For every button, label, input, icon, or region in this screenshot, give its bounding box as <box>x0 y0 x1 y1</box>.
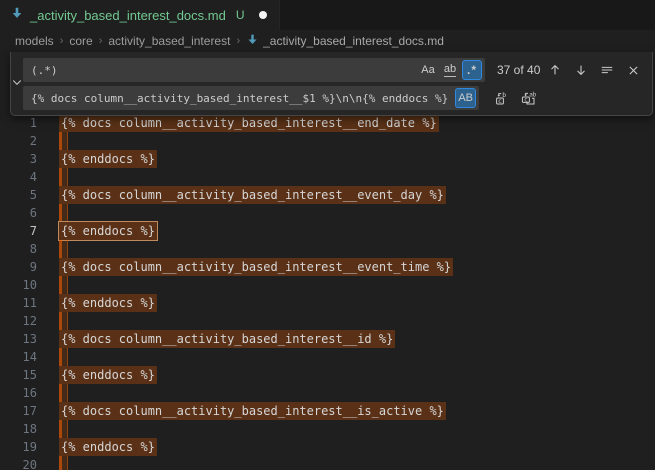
code-line[interactable]: 14 <box>0 348 655 366</box>
chevron-down-icon <box>11 75 23 93</box>
find-widget: (.*) Aa ab .* 37 of 40 {% docs column__ <box>10 52 653 116</box>
breadcrumb-item-core[interactable]: core <box>69 34 92 48</box>
code-line[interactable]: 9 {% docs column__activity_based_interest… <box>0 258 655 276</box>
empty-line-match-highlight <box>59 312 68 330</box>
code-line[interactable]: 5 {% docs column__activity_based_interest… <box>0 186 655 204</box>
find-match[interactable]: {% docs column__activity_based_interest_… <box>59 330 395 348</box>
line-number: 3 <box>0 150 37 168</box>
unsaved-dot-icon[interactable] <box>259 11 267 19</box>
code-line[interactable]: 7 {% enddocs %} <box>0 222 655 240</box>
code-line[interactable]: 2 <box>0 132 655 150</box>
find-value: (.*) <box>31 64 416 77</box>
current-find-match[interactable]: {% enddocs %} <box>59 222 157 240</box>
line-number: 9 <box>0 258 37 276</box>
breadcrumb-item-models[interactable]: models <box>15 34 54 48</box>
svg-text:c: c <box>498 97 502 105</box>
breadcrumb-separator: › <box>60 35 64 47</box>
markdown-file-icon <box>246 33 259 49</box>
breadcrumb-item-file[interactable]: _activity_based_interest_docs.md <box>246 33 444 49</box>
line-number: 4 <box>0 168 37 186</box>
regex-toggle[interactable]: .* <box>462 60 482 80</box>
empty-line-match-highlight <box>59 420 68 438</box>
match-count: 37 of 40 <box>497 63 540 77</box>
line-number: 14 <box>0 348 37 366</box>
code-line[interactable]: 3 {% enddocs %} <box>0 150 655 168</box>
svg-text:c: c <box>524 96 528 103</box>
line-number: 13 <box>0 330 37 348</box>
code-line[interactable]: 15 {% enddocs %} <box>0 366 655 384</box>
find-input[interactable]: (.*) Aa ab .* <box>23 58 485 82</box>
match-case-toggle[interactable]: Aa <box>418 60 438 80</box>
svg-text:ab: ab <box>529 91 537 98</box>
empty-line-match-highlight <box>59 240 68 258</box>
replace-button[interactable]: b c <box>491 87 513 109</box>
git-status-badge: U <box>236 8 245 22</box>
code-line[interactable]: 4 <box>0 168 655 186</box>
line-number: 1 <box>0 114 37 132</box>
code-line[interactable]: 10 <box>0 276 655 294</box>
find-match[interactable]: {% docs column__activity_based_interest_… <box>59 186 446 204</box>
code-line[interactable]: 6 <box>0 204 655 222</box>
breadcrumb: models › core › activity_based_interest … <box>0 30 655 52</box>
line-number: 11 <box>0 294 37 312</box>
code-line[interactable]: 18 <box>0 420 655 438</box>
empty-line-match-highlight <box>59 132 68 150</box>
code-line[interactable]: 8 <box>0 240 655 258</box>
markdown-file-icon <box>10 6 24 25</box>
code-line[interactable]: 17 {% docs column__activity_based_interes… <box>0 402 655 420</box>
find-match[interactable]: {% docs column__activity_based_interest_… <box>59 258 453 276</box>
line-number: 19 <box>0 438 37 456</box>
empty-line-match-highlight <box>59 384 68 402</box>
editor-tab[interactable]: _activity_based_interest_docs.md U <box>0 0 280 30</box>
find-match[interactable]: {% enddocs %} <box>59 438 157 456</box>
code-line[interactable]: 20 <box>0 456 655 470</box>
find-in-selection-button[interactable] <box>596 59 618 81</box>
replace-input[interactable]: {% docs column__activity_based_interest_… <box>23 86 479 110</box>
tab-bar: _activity_based_interest_docs.md U <box>0 0 655 30</box>
line-number: 12 <box>0 312 37 330</box>
line-number: 6 <box>0 204 37 222</box>
breadcrumb-separator: › <box>99 35 103 47</box>
empty-line-match-highlight <box>59 204 68 222</box>
empty-line-match-highlight <box>59 276 68 294</box>
find-match[interactable]: {% docs column__activity_based_interest_… <box>59 402 446 420</box>
tab-filename: _activity_based_interest_docs.md <box>30 8 226 23</box>
previous-match-button[interactable] <box>544 59 566 81</box>
preserve-case-toggle[interactable]: AB <box>455 88 476 108</box>
find-match[interactable]: {% enddocs %} <box>59 294 157 312</box>
line-number: 17 <box>0 402 37 420</box>
code-line[interactable]: 13 {% docs column__activity_based_interes… <box>0 330 655 348</box>
line-number: 10 <box>0 276 37 294</box>
line-number: 5 <box>0 186 37 204</box>
line-number: 20 <box>0 456 37 470</box>
whole-word-toggle[interactable]: ab <box>440 60 460 80</box>
line-number: 15 <box>0 366 37 384</box>
code-line[interactable]: 16 <box>0 384 655 402</box>
find-match[interactable]: {% docs column__activity_based_interest_… <box>59 114 439 132</box>
close-find-button[interactable] <box>622 59 644 81</box>
line-number: 7 <box>0 222 37 240</box>
line-number: 16 <box>0 384 37 402</box>
empty-line-match-highlight <box>59 348 68 366</box>
line-number: 18 <box>0 420 37 438</box>
line-number: 2 <box>0 132 37 150</box>
code-line[interactable]: 1 {% docs column__activity_based_interest… <box>0 114 655 132</box>
line-number: 8 <box>0 240 37 258</box>
next-match-button[interactable] <box>570 59 592 81</box>
code-line[interactable]: 11 {% enddocs %} <box>0 294 655 312</box>
find-match[interactable]: {% enddocs %} <box>59 366 157 384</box>
empty-line-match-highlight <box>59 168 68 186</box>
breadcrumb-item-folder[interactable]: activity_based_interest <box>108 34 230 48</box>
code-line[interactable]: 12 <box>0 312 655 330</box>
empty-line-match-highlight <box>59 456 68 470</box>
toggle-replace-button[interactable] <box>11 52 23 115</box>
replace-all-button[interactable]: ab c <box>517 87 539 109</box>
find-match[interactable]: {% enddocs %} <box>59 150 157 168</box>
replace-value: {% docs column__activity_based_interest_… <box>31 92 453 105</box>
code-line[interactable]: 19 {% enddocs %} <box>0 438 655 456</box>
breadcrumb-separator: › <box>236 35 240 47</box>
